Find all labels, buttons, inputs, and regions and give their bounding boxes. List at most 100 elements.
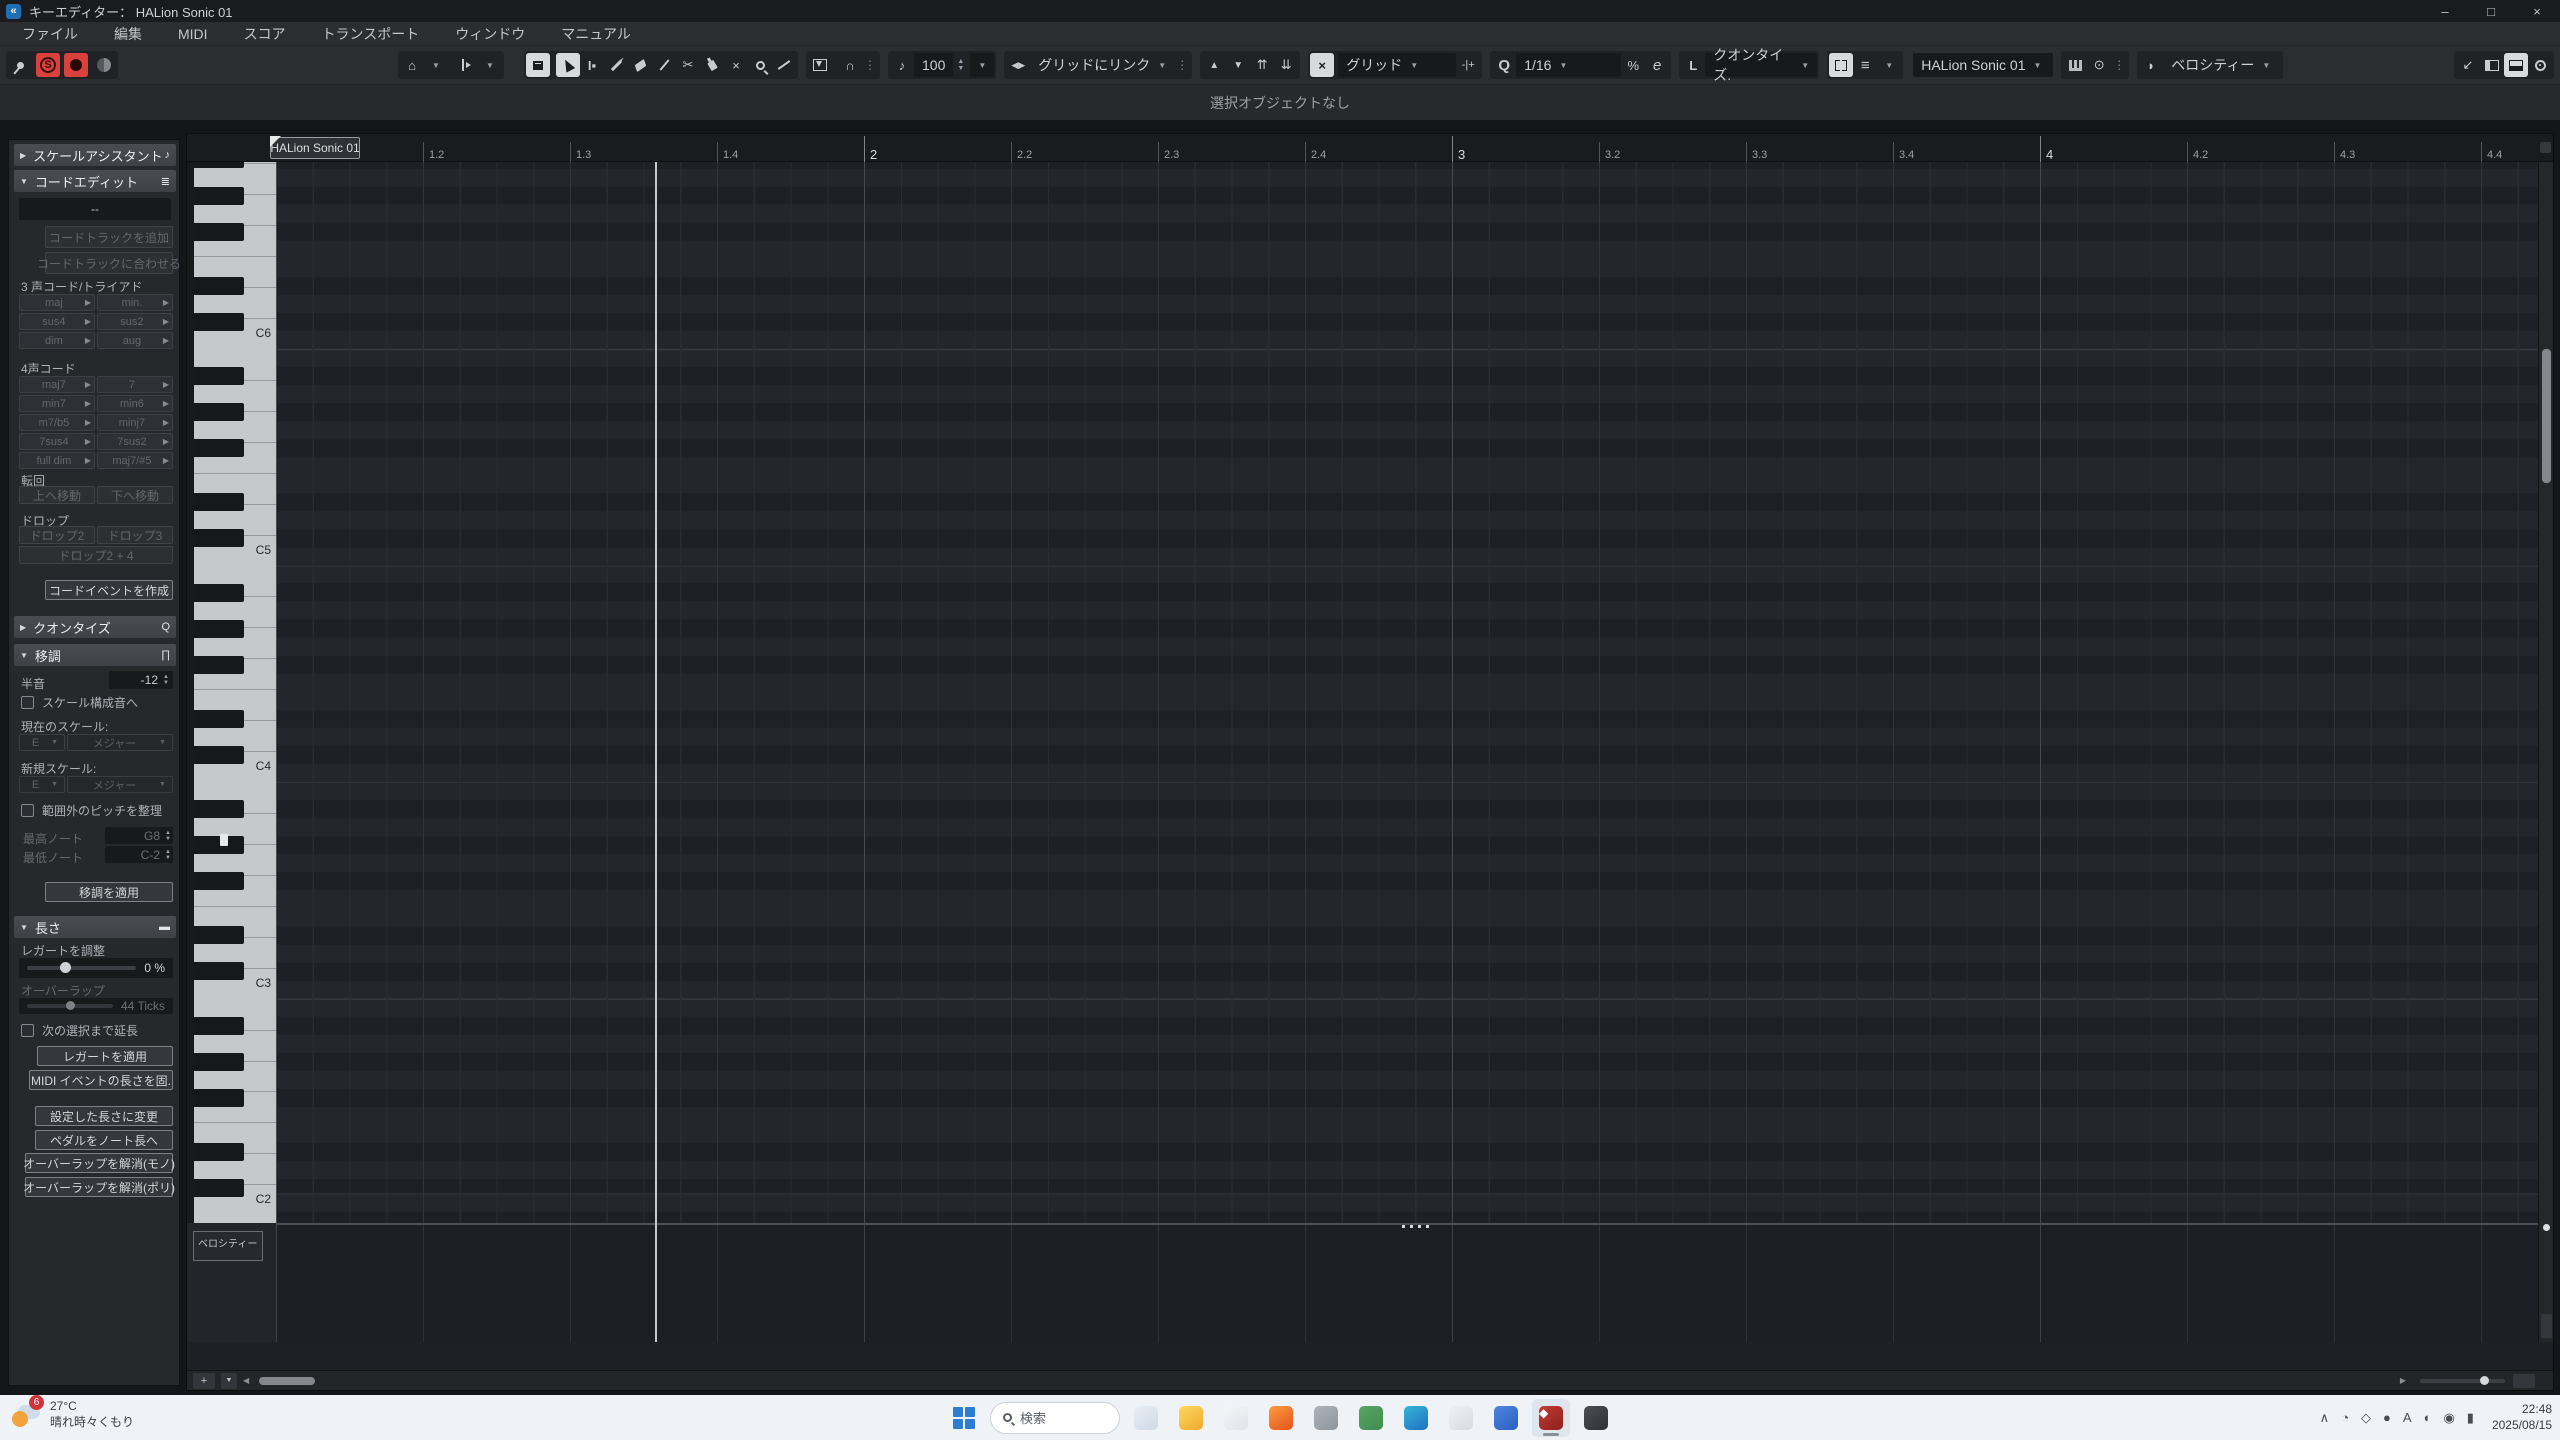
tetrad-button-full dim[interactable]: full dim▶: [19, 452, 95, 469]
black-key[interactable]: [194, 187, 244, 205]
controller-lane-label[interactable]: ベロシティー: [193, 1231, 263, 1261]
autoscroll-icon[interactable]: [454, 53, 478, 77]
black-key[interactable]: [194, 1179, 244, 1197]
chord-play-icon[interactable]: ▶: [163, 298, 169, 307]
part-end-handle[interactable]: [1402, 1225, 1429, 1228]
onedrive-icon[interactable]: ◔: [2341, 1410, 2349, 1425]
tetrad-button-7[interactable]: 7▶: [97, 376, 173, 393]
object-selection-tool[interactable]: [556, 53, 580, 77]
black-key[interactable]: [194, 367, 244, 385]
acoustic-feedback-icon[interactable]: [92, 53, 116, 77]
step-input-icon[interactable]: [2063, 53, 2087, 77]
menu-item-1[interactable]: 編集: [96, 22, 160, 46]
left-zone-toggle[interactable]: [2480, 53, 2504, 77]
maximize-button[interactable]: □: [2468, 0, 2514, 22]
tray-expand-icon[interactable]: ∧: [2320, 1410, 2330, 1426]
move-down-chord-button[interactable]: 下へ移動: [97, 486, 173, 504]
black-key[interactable]: [194, 493, 244, 511]
triad-button-dim[interactable]: dim▶: [19, 332, 95, 349]
vertical-zoom-handle[interactable]: [2543, 1224, 2550, 1231]
loop-group-kebab-icon[interactable]: ⋮: [862, 58, 878, 72]
menu-item-0[interactable]: ファイル: [4, 22, 96, 46]
search-box[interactable]: 検索: [990, 1402, 1120, 1434]
length-quantize-selector[interactable]: クオンタイズ.: [1705, 53, 1817, 77]
black-key[interactable]: [194, 800, 244, 818]
tetrad-button-maj7[interactable]: maj7▶: [19, 376, 95, 393]
chord-play-icon[interactable]: ▶: [85, 298, 91, 307]
section-quantize[interactable]: ▶クオンタイズ Q: [14, 616, 176, 638]
vertical-scrollbar[interactable]: [2538, 162, 2553, 1342]
move-up-button[interactable]: ▲: [1202, 53, 1226, 77]
autoscroll-dropdown[interactable]: [478, 53, 502, 77]
trim-start-tool[interactable]: I▪: [580, 53, 604, 77]
triad-button-min.[interactable]: min.▶: [97, 294, 173, 311]
zoom-preset-buttons[interactable]: [2513, 1374, 2535, 1388]
solo-editor-button[interactable]: S: [36, 53, 60, 77]
triad-button-sus4[interactable]: sus4▶: [19, 313, 95, 330]
part-name-tag[interactable]: HALion Sonic 01: [270, 137, 360, 159]
scroll-right-arrow[interactable]: ▶: [2394, 1376, 2412, 1385]
freeze-length-button[interactable]: MIDI イベントの長さを固.: [29, 1070, 173, 1090]
add-chord-track-button[interactable]: コードトラックを追加: [45, 226, 173, 248]
chord-play-icon[interactable]: ▶: [163, 380, 169, 389]
chord-play-icon[interactable]: ▶: [163, 336, 169, 345]
mute-tool[interactable]: ×: [724, 53, 748, 77]
apply-legato-button[interactable]: レガートを適用: [37, 1046, 173, 1066]
taskbar-app-gray-app[interactable]: [1307, 1399, 1345, 1437]
menu-item-3[interactable]: スコア: [226, 22, 304, 46]
move-up-chord-button[interactable]: 上へ移動: [19, 486, 95, 504]
triad-button-sus2[interactable]: sus2▶: [97, 313, 173, 330]
pin-icon[interactable]: [8, 53, 32, 77]
ime-icon[interactable]: A: [2403, 1410, 2412, 1425]
pedal-to-length-button[interactable]: ペダルをノート長へ: [35, 1130, 173, 1150]
move-octave-up-button[interactable]: ⇈: [1250, 53, 1274, 77]
chord-play-icon[interactable]: ▶: [85, 380, 91, 389]
taskbar-app-chrome[interactable]: [1352, 1399, 1390, 1437]
weather-widget[interactable]: 6 27°C 晴れ時々くもり: [10, 1399, 134, 1431]
drop24-button[interactable]: ドロップ2 + 4: [19, 546, 173, 564]
part-start-marker[interactable]: [270, 136, 281, 147]
lowest-note-value[interactable]: C-2: [105, 846, 173, 863]
black-key[interactable]: [194, 962, 244, 980]
taskbar-app-mail[interactable]: [1217, 1399, 1255, 1437]
start-button[interactable]: [945, 1399, 983, 1437]
zoom-tool[interactable]: [748, 53, 772, 77]
show-part-borders-icon[interactable]: ≡: [1853, 53, 1877, 77]
window-layout-icon[interactable]: ⌂: [400, 53, 424, 77]
vertical-scrollbar-thumb[interactable]: [2542, 349, 2551, 483]
move-octave-down-button[interactable]: ⇊: [1274, 53, 1298, 77]
taskbar-app-notes-app[interactable]: [1442, 1399, 1480, 1437]
draw-tool[interactable]: [604, 53, 628, 77]
menu-item-2[interactable]: MIDI: [160, 22, 226, 46]
black-key[interactable]: [194, 403, 244, 421]
horizontal-scrollbar-thumb[interactable]: [259, 1377, 315, 1385]
snap-type-selector[interactable]: グリッド: [1338, 53, 1456, 77]
black-key[interactable]: [194, 1089, 244, 1107]
change-to-set-length-button[interactable]: 設定した長さに変更: [35, 1106, 173, 1126]
piano-octave-C4[interactable]: C4: [194, 566, 276, 783]
event-colors-selector[interactable]: ベロシティー: [2163, 53, 2281, 77]
record-in-editor-button[interactable]: [64, 53, 88, 77]
open-in-lower-zone-icon[interactable]: ↙: [2456, 53, 2480, 77]
taskbar-app-firefox[interactable]: [1262, 1399, 1300, 1437]
tetrad-button-min7[interactable]: min7▶: [19, 395, 95, 412]
scroll-left-arrow[interactable]: ◀: [237, 1376, 255, 1385]
piano-keyboard[interactable]: C6C5C4C3C2C1: [194, 162, 276, 1223]
black-key[interactable]: [194, 746, 244, 764]
triad-button-aug[interactable]: aug▶: [97, 332, 173, 349]
glue-tool[interactable]: [700, 53, 724, 77]
black-key[interactable]: [194, 439, 244, 457]
legato-slider[interactable]: 0 %: [19, 958, 173, 978]
black-key[interactable]: [194, 1143, 244, 1161]
black-key[interactable]: [194, 926, 244, 944]
section-length[interactable]: ▼長さ ▬: [14, 916, 176, 938]
tetrad-button-m7/b5[interactable]: m7/b5▶: [19, 414, 95, 431]
chord-play-icon[interactable]: ▶: [85, 456, 91, 465]
taskbar-app-blue-doc[interactable]: [1487, 1399, 1525, 1437]
chord-play-icon[interactable]: ▶: [85, 437, 91, 446]
chord-play-icon[interactable]: ▶: [163, 399, 169, 408]
piano-octave-C6[interactable]: C6: [194, 162, 276, 349]
velocity-lane[interactable]: [276, 1225, 2538, 1342]
taskbar-app-studio-app[interactable]: [1577, 1399, 1615, 1437]
taskbar-app-edge[interactable]: [1397, 1399, 1435, 1437]
